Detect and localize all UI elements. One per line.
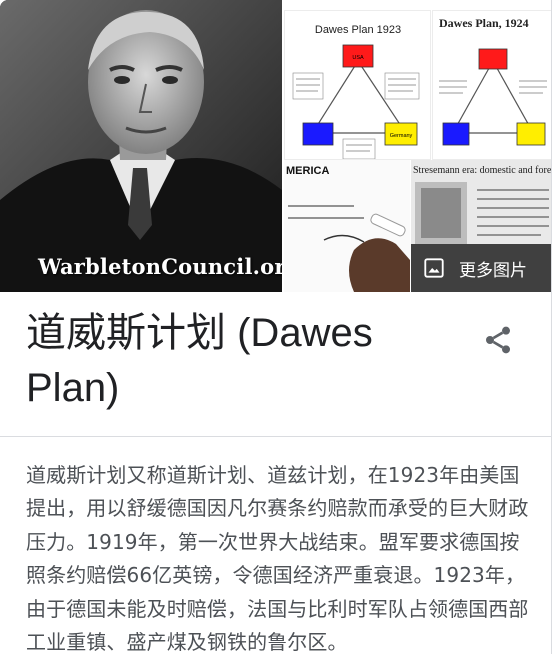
stresemann-heading: Stresemann era: domestic and foreign	[413, 165, 552, 176]
more-images-label: 更多图片	[459, 260, 527, 281]
main-portrait-image[interactable]: WarbletonCouncil.org	[0, 0, 282, 292]
entity-description: 道威斯计划又称道斯计划、道兹计划，在1923年由美国提出，用以舒缓德国因凡尔赛条…	[26, 463, 529, 654]
watermark-text: WarbletonCouncil.org	[38, 254, 282, 279]
share-icon[interactable]	[482, 324, 514, 356]
dawes-plan-1924-thumbnail[interactable]: Dawes Plan, 1924	[432, 10, 551, 160]
image-gallery: WarbletonCouncil.org Dawes Plan 1923 USA…	[0, 0, 552, 292]
whiteboard-graphic: MERICA	[284, 160, 410, 292]
svg-text:USA: USA	[352, 55, 364, 61]
title-section: 道威斯计划 (Dawes Plan)	[0, 292, 551, 437]
knowledge-panel: WarbletonCouncil.org Dawes Plan 1923 USA…	[0, 0, 552, 654]
diagram-heading: Dawes Plan 1923	[315, 24, 401, 36]
whiteboard-video-thumbnail[interactable]: MERICA	[284, 160, 410, 292]
node-britain-france	[302, 122, 334, 146]
whiteboard-heading: MERICA	[286, 165, 329, 177]
image-icon	[424, 258, 444, 278]
dawes-1924-graphic: Dawes Plan, 1924	[433, 11, 551, 159]
more-images-button[interactable]: 更多图片	[411, 244, 551, 292]
dawes-diagram-graphic: Dawes Plan 1923 USA Germany	[285, 11, 430, 159]
portrait-graphic	[0, 0, 282, 292]
entity-title: 道威斯计划 (Dawes Plan)	[26, 311, 373, 410]
diagram-heading: Dawes Plan, 1924	[439, 16, 529, 30]
svg-text:Germany: Germany	[390, 133, 413, 139]
dawes-plan-1923-thumbnail[interactable]: Dawes Plan 1923 USA Germany	[284, 10, 431, 160]
